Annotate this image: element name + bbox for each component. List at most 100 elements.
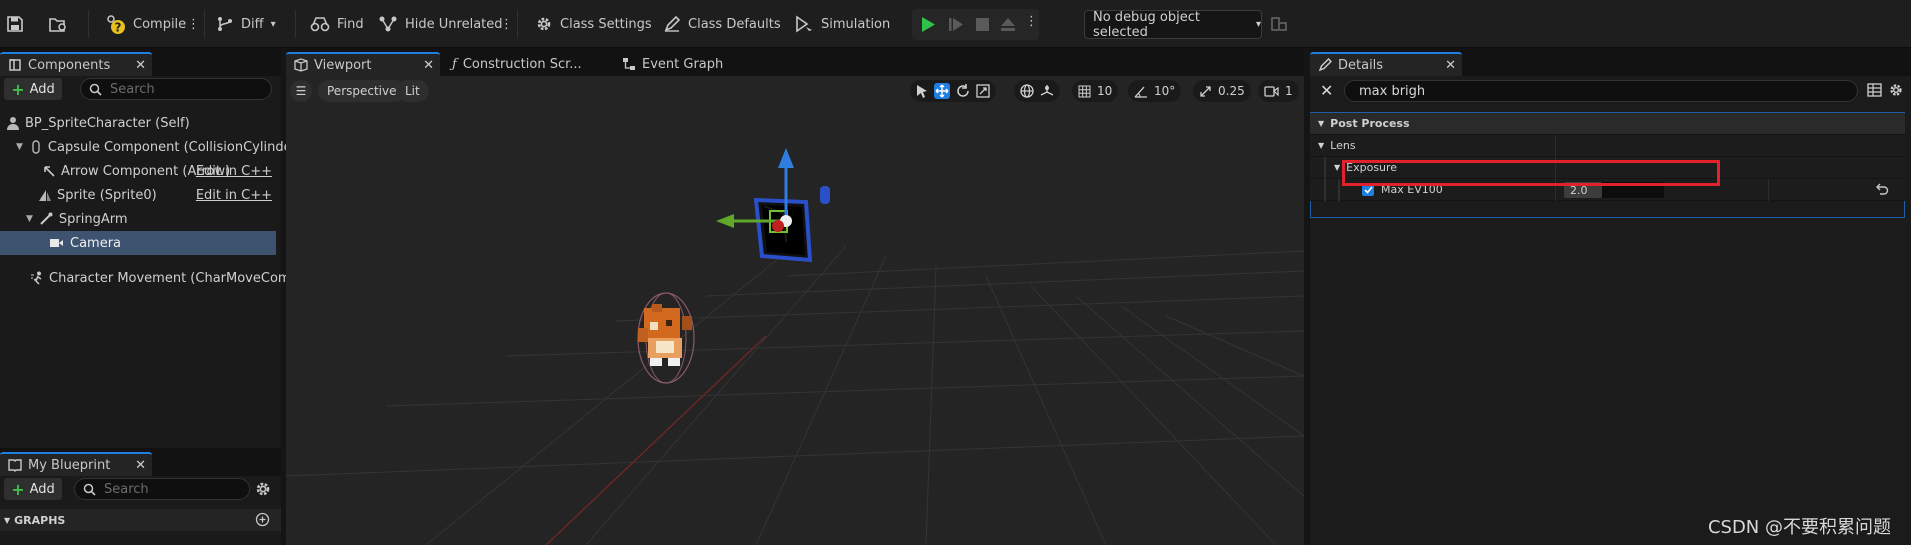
components-panel: + Add Search BP_SpriteCharacter (Self) ▼…	[0, 76, 304, 451]
scale-snap-group[interactable]: 0.25	[1193, 80, 1251, 102]
class-settings-button[interactable]: Class Settings	[535, 0, 652, 48]
add-graph-icon[interactable]	[255, 512, 270, 527]
edit-in-cpp-link[interactable]: Edit in C++	[196, 188, 272, 203]
details-icon	[1318, 58, 1332, 72]
compile-button[interactable]: ? Compile	[104, 0, 186, 48]
simulation-icon	[794, 15, 814, 33]
simulation-button[interactable]: Simulation	[794, 0, 890, 48]
save-button[interactable]	[6, 0, 24, 48]
toolbar-divider	[295, 10, 296, 38]
tree-item-movement[interactable]: Character Movement (CharMoveComp)	[0, 266, 304, 290]
viewport-scene	[286, 148, 1304, 545]
details-search-input[interactable]: max brigh	[1344, 80, 1858, 102]
translate-icon[interactable]	[934, 83, 950, 99]
close-icon[interactable]: ✕	[1445, 58, 1456, 73]
perspective-button[interactable]: Perspective	[318, 80, 406, 102]
hamburger-icon: ☰	[295, 84, 307, 98]
gear-icon[interactable]	[254, 480, 272, 498]
browse-button[interactable]	[48, 0, 68, 48]
plus-icon: +	[11, 79, 25, 99]
lens-label: Lens	[1330, 139, 1356, 152]
camera-speed-group[interactable]: 1	[1258, 80, 1299, 102]
world-space-icon[interactable]	[1020, 84, 1034, 98]
expand-arrow-icon[interactable]: ▼	[26, 214, 33, 224]
edit-in-cpp-link[interactable]: Edit in C++	[196, 164, 272, 179]
tab-viewport[interactable]: Viewport ✕	[286, 52, 440, 76]
scale-icon[interactable]	[976, 84, 990, 98]
hide-unrelated-button[interactable]: Hide Unrelated	[378, 0, 503, 48]
viewport-title: Viewport	[314, 57, 372, 73]
tree-item-arrow[interactable]: Arrow Component (Arrow) Edit in C++	[0, 159, 276, 183]
reset-to-default-icon[interactable]	[1875, 183, 1889, 196]
tree-item-camera[interactable]: Camera	[0, 231, 276, 255]
compile-options-button[interactable]: ⋮	[187, 0, 200, 48]
tree-item-springarm[interactable]: ▼ SpringArm	[0, 207, 276, 231]
gear-icon	[535, 15, 553, 33]
rotate-icon[interactable]	[956, 84, 970, 98]
lit-button[interactable]: Lit	[396, 80, 429, 102]
diff-icon	[216, 15, 234, 33]
tree-item-label: SpringArm	[58, 211, 128, 227]
simulation-label: Simulation	[821, 16, 891, 32]
debug-filter-button[interactable]	[1270, 0, 1288, 48]
find-button[interactable]: Find	[310, 0, 364, 48]
tree-item-self[interactable]: BP_SpriteCharacter (Self)	[0, 111, 276, 135]
expand-arrow-icon[interactable]: ▼	[16, 142, 23, 152]
grid-lines	[286, 235, 1304, 545]
my-blueprint-search-input[interactable]: Search	[74, 478, 250, 500]
tree-item-capsule[interactable]: ▼ Capsule Component (CollisionCylinder)	[0, 135, 302, 159]
grid-snap-group[interactable]: 10	[1072, 80, 1119, 102]
add-blueprint-item-button[interactable]: + Add	[4, 478, 62, 500]
springarm-icon	[39, 212, 53, 226]
eject-icon[interactable]	[1000, 17, 1016, 32]
class-defaults-button[interactable]: Class Defaults	[663, 0, 781, 48]
svg-text:?: ?	[115, 21, 122, 35]
tab-details[interactable]: Details ✕	[1310, 52, 1462, 76]
viewport-menu-button[interactable]: ☰	[290, 80, 312, 102]
actor-icon	[6, 116, 20, 130]
camera-icon	[49, 237, 64, 249]
tab-construction-script[interactable]: ƒ Construction Scr...	[444, 52, 609, 76]
step-icon[interactable]	[948, 17, 964, 32]
components-tab-bar: Components ✕	[0, 48, 281, 76]
clear-search-icon[interactable]: ✕	[1320, 81, 1333, 100]
scale-snap-value: 0.25	[1218, 84, 1245, 98]
tab-my-blueprint[interactable]: My Blueprint ✕	[0, 452, 152, 476]
components-title: Components	[28, 57, 111, 73]
details-search-value: max brigh	[1359, 83, 1426, 99]
kebab-icon: ⋮	[187, 16, 200, 32]
close-icon[interactable]: ✕	[135, 458, 146, 473]
rotation-snap-value: 10°	[1154, 84, 1176, 98]
table-view-icon[interactable]	[1867, 83, 1882, 97]
add-component-button[interactable]: + Add	[4, 78, 62, 100]
tree-item-sprite[interactable]: Sprite (Sprite0) Edit in C++	[0, 183, 276, 207]
perspective-label: Perspective	[327, 84, 397, 98]
expand-arrow-icon: ▼	[1318, 141, 1325, 150]
editor-tab-bar: Viewport ✕ ƒ Construction Scr... Event G…	[286, 48, 1304, 76]
category-post-process[interactable]: ▼ Post Process	[1310, 113, 1905, 135]
select-icon[interactable]	[916, 84, 928, 98]
pencil-icon	[663, 15, 681, 33]
hide-unrelated-options-button[interactable]: ⋮	[500, 0, 513, 48]
play-icon[interactable]	[920, 16, 936, 33]
play-controls: ⋮	[912, 9, 1039, 40]
diff-button[interactable]: Diff ▾	[216, 0, 276, 48]
tab-components[interactable]: Components ✕	[0, 52, 152, 76]
transform-tools	[910, 80, 996, 102]
rotation-snap-group[interactable]: 10°	[1128, 80, 1182, 102]
category-lens[interactable]: ▼ Lens	[1310, 135, 1905, 157]
column-divider	[1768, 179, 1769, 201]
graphs-category[interactable]: ▼ GRAPHS	[0, 509, 281, 531]
close-icon[interactable]: ✕	[423, 58, 434, 73]
close-icon[interactable]: ✕	[135, 58, 146, 73]
surface-snap-icon[interactable]	[1040, 84, 1054, 98]
gear-icon[interactable]	[1888, 82, 1904, 98]
tab-event-graph[interactable]: Event Graph	[614, 52, 734, 76]
diff-label: Diff	[241, 16, 264, 32]
watermark: CSDN @不要积累问题	[1707, 517, 1891, 538]
kebab-icon[interactable]: ⋮	[1025, 14, 1038, 29]
viewport[interactable]: ☰ Perspective Lit 10 10° 0.25 1	[286, 76, 1304, 545]
components-search-input[interactable]: Search	[80, 78, 272, 100]
debug-object-select[interactable]: No debug object selected ▾	[1084, 10, 1262, 40]
stop-icon[interactable]	[976, 18, 989, 31]
